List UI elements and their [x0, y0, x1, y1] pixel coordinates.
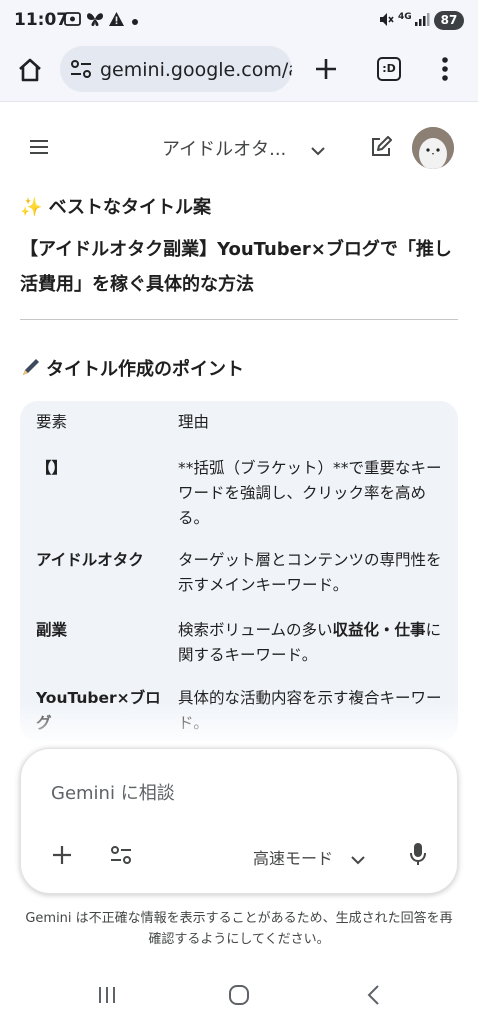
system-nav-bar [0, 968, 478, 1024]
table-cell-element: 副業 [36, 621, 68, 639]
table-cell-element: 【】 [36, 459, 68, 477]
home-nav-icon[interactable] [229, 985, 249, 1009]
url-text: gemini.google.com/a [100, 59, 292, 81]
home-icon[interactable] [17, 57, 43, 87]
avatar[interactable] [412, 127, 454, 169]
tab-switcher-button[interactable]: :D [377, 57, 401, 81]
reason-text: 検索ボリュームの多い [178, 621, 333, 639]
hamburger-icon[interactable] [29, 139, 49, 159]
notification-dot-icon [132, 13, 138, 29]
conversation-title[interactable]: アイドルオタ... [162, 135, 286, 161]
table-cell-element: アイドルオタク [36, 551, 144, 569]
points-table: 要素 理由 【】 **括弧（ブラケット）**で重要なキーワードを強調し、クリック… [20, 401, 458, 741]
signal-icon [414, 11, 430, 31]
table-cell-reason: 検索ボリュームの多い収益化・仕事に関するキーワード。 [178, 618, 450, 668]
more-vert-icon[interactable] [441, 56, 449, 86]
browser-toolbar: gemini.google.com/a :D [0, 40, 478, 102]
points-heading: タイトル作成のポイント [20, 356, 458, 385]
edit-icon[interactable] [370, 136, 392, 162]
table-cell-reason: ターゲット層とコンテンツの専門性を示すメインキーワード。 [178, 551, 442, 594]
url-bar[interactable]: gemini.google.com/a [60, 46, 292, 92]
status-time: 11:07 [14, 10, 69, 30]
table-header-element: 要素 [36, 413, 68, 431]
divider [20, 319, 458, 320]
fade-overlay [20, 701, 458, 741]
plus-icon[interactable] [52, 845, 72, 869]
network-type: 4G [398, 12, 412, 22]
prompt-composer[interactable]: Gemini に相談 高速モード [20, 748, 458, 894]
chevron-down-icon[interactable] [351, 850, 365, 869]
butterfly-icon [86, 11, 104, 31]
suggested-title: 【アイドルオタク副業】YouTuber×ブログで「推し活費用」を稼ぐ具体的な方法 [20, 239, 452, 295]
pen-icon [20, 356, 42, 385]
tune-icon[interactable] [70, 59, 92, 83]
recents-icon[interactable] [97, 986, 117, 1008]
table-cell-reason: **括弧（ブラケット）**で重要なキーワードを強調し、クリック率を高める。 [178, 459, 442, 527]
response-content: ✨ ベストなタイトル案 【アイドルオタク副業】YouTuber×ブログで「推し活… [20, 196, 458, 385]
table-header-reason: 理由 [178, 413, 210, 431]
mic-icon[interactable] [409, 842, 427, 870]
status-bar: 11:07 4G 87 [0, 0, 478, 40]
reason-bold-text: 収益化・仕事 [332, 621, 426, 639]
avatar-bird-icon [412, 127, 454, 169]
tools-icon[interactable] [110, 845, 132, 869]
battery-indicator: 87 [434, 11, 464, 30]
warning-icon [108, 11, 125, 31]
chevron-down-icon[interactable] [311, 141, 325, 160]
disclaimer-text: Gemini は不正確な情報を表示することがあるため、生成された回答を再確認する… [25, 911, 453, 947]
points-heading-label: タイトル作成のポイント [46, 359, 244, 380]
back-icon[interactable] [366, 984, 380, 1010]
app-header: アイドルオタ... [0, 120, 478, 176]
mute-icon [378, 11, 395, 32]
screenshot-icon [64, 11, 81, 31]
mode-selector[interactable]: 高速モード [253, 845, 333, 869]
new-tab-icon[interactable] [314, 57, 338, 85]
prompt-input[interactable]: Gemini に相談 [51, 779, 175, 805]
best-title-heading: ✨ ベストなタイトル案 [20, 197, 212, 218]
